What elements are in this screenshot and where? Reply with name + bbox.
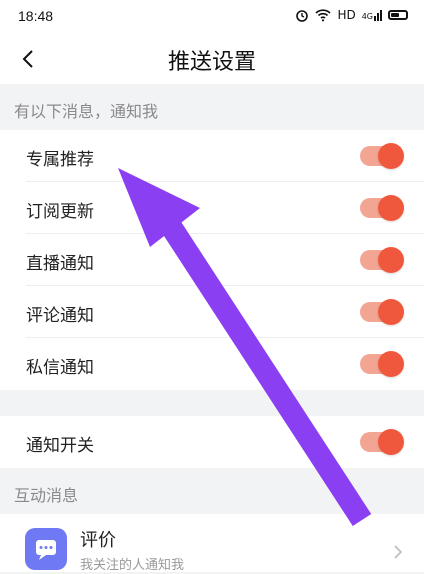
review-title: 评价: [80, 530, 116, 551]
battery-icon: [388, 10, 408, 20]
toggle-knob: [378, 299, 404, 325]
app-bar: 推送设置: [0, 34, 424, 84]
chat-bubble-icon: [25, 528, 67, 570]
status-bar: 18:48 HD 4G: [0, 0, 424, 34]
status-time: 18:48: [18, 8, 54, 24]
wifi-icon: [315, 9, 331, 22]
chat-bubble-glyph: [36, 540, 56, 560]
section-header-label: 有以下消息，通知我: [14, 102, 159, 121]
setting-label: 通知开关: [26, 436, 94, 456]
section-header-label: 互动消息: [14, 486, 79, 505]
alarm-icon: [296, 10, 309, 22]
review-row[interactable]: 评价 我关注的人通知我: [0, 514, 424, 573]
toggle-knob: [378, 195, 404, 221]
toggle-knob: [378, 143, 404, 169]
toggle-private-message[interactable]: [360, 351, 404, 377]
setting-row-comment-notify[interactable]: 评论通知: [0, 286, 424, 338]
setting-label: 直播通知: [26, 254, 94, 274]
network-type: 4G: [361, 11, 373, 21]
setting-row-private-message[interactable]: 私信通知: [0, 338, 424, 390]
hd-label: HD: [337, 8, 356, 22]
setting-row-subscription-update[interactable]: 订阅更新: [0, 182, 424, 234]
setting-label: 订阅更新: [26, 202, 94, 222]
setting-row-exclusive-recommend[interactable]: 专属推荐: [0, 130, 424, 182]
setting-row-master-switch[interactable]: 通知开关: [0, 416, 424, 468]
signal-icon: 4G: [361, 9, 382, 21]
toggle-knob: [378, 429, 404, 455]
section-header-notify: 有以下消息，通知我: [0, 84, 424, 130]
toggle-comment-notify[interactable]: [360, 299, 404, 325]
chevron-right-icon: [394, 545, 403, 559]
toggle-exclusive-recommend[interactable]: [360, 143, 404, 169]
setting-row-live-notify[interactable]: 直播通知: [0, 234, 424, 286]
status-icons: HD 4G: [295, 8, 408, 22]
toggle-master-switch[interactable]: [360, 429, 404, 455]
toggle-subscription-update[interactable]: [360, 195, 404, 221]
toggle-knob: [378, 247, 404, 273]
toggle-knob: [378, 351, 404, 377]
setting-label: 专属推荐: [26, 150, 94, 170]
review-subtitle: 我关注的人通知我: [80, 558, 185, 573]
setting-label: 私信通知: [26, 358, 94, 378]
section-header-interaction: 互动消息: [0, 468, 424, 514]
page-title: 推送设置: [167, 50, 256, 75]
setting-label: 评论通知: [26, 306, 94, 326]
toggle-live-notify[interactable]: [360, 247, 404, 273]
